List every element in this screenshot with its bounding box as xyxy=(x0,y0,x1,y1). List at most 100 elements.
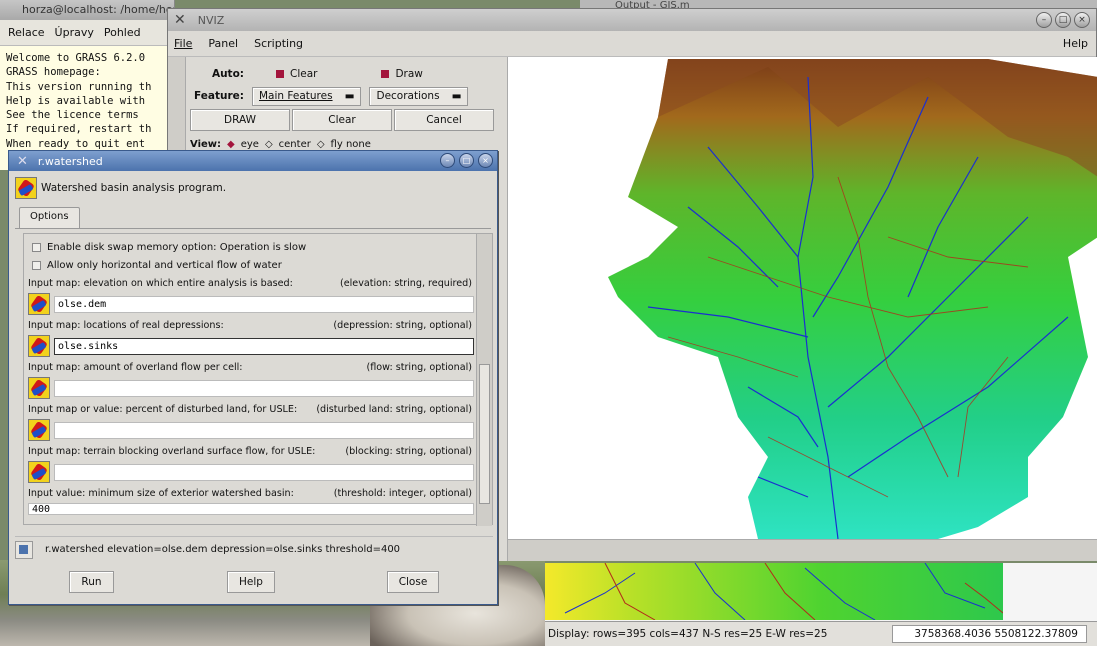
auto-draw-checkbox[interactable]: Draw xyxy=(381,68,423,80)
map-display xyxy=(545,563,1097,621)
display-status-bar: Display: rows=395 cols=437 N-S res=25 E-… xyxy=(545,621,1097,646)
threshold-label: Input value: minimum size of exterior wa… xyxy=(28,487,294,499)
elevation-meta: (elevation: string, required) xyxy=(339,277,472,289)
terminal-line: When ready to quit ent xyxy=(6,137,146,150)
swap-memory-option[interactable]: Enable disk swap memory option: Operatio… xyxy=(28,238,474,256)
decorations-label: Decorations xyxy=(376,90,440,102)
auto-clear-checkbox[interactable]: Clear xyxy=(276,68,317,80)
feature-menu-button[interactable]: Main Features ▬ xyxy=(252,86,362,106)
module-description: Watershed basin analysis program. xyxy=(41,182,227,194)
map-picker-icon[interactable] xyxy=(28,293,50,315)
terminal-line: Welcome to GRASS 6.2.0 xyxy=(6,52,146,64)
horizontal-flow-option[interactable]: Allow only horizontal and vertical flow … xyxy=(28,256,474,274)
nviz-menubar: File Panel Scripting Help xyxy=(168,31,1096,57)
map-streams xyxy=(564,563,1003,620)
blocking-meta: (blocking: string, optional) xyxy=(345,445,472,457)
map-picker-icon[interactable] xyxy=(28,461,50,483)
decorations-menu-button[interactable]: Decorations ▬ xyxy=(369,86,469,106)
nviz-horizontal-scrollbar[interactable] xyxy=(508,539,1097,561)
cancel-button[interactable]: Cancel xyxy=(394,109,494,131)
dropdown-bar-icon: ▬ xyxy=(344,90,355,102)
feature-menu-value: Main Features xyxy=(259,90,333,102)
terminal-window[interactable]: horza@localhost: /home/horza - Shell - K… xyxy=(0,0,175,170)
terminal-line: See the licence terms xyxy=(6,109,139,122)
terminal-line: GRASS homepage: xyxy=(6,66,101,79)
disturbed-land-input[interactable] xyxy=(54,421,474,439)
close-button[interactable]: × xyxy=(478,153,493,168)
auto-label: Auto: xyxy=(211,68,244,80)
r-watershed-dialog: ✕ r.watershed – □ × Watershed basin anal… xyxy=(8,150,498,605)
dialog-titlebar[interactable]: ✕ r.watershed – □ × xyxy=(9,151,497,171)
menu-scripting[interactable]: Scripting xyxy=(254,37,303,50)
options-scrollbar[interactable] xyxy=(476,234,492,526)
feature-label: Feature: xyxy=(194,90,244,102)
depression-meta: (depression: string, optional) xyxy=(333,319,472,331)
map-picker-icon[interactable] xyxy=(28,335,50,357)
run-button[interactable]: Run xyxy=(69,571,114,593)
disturbed-land-meta: (disturbed land: string, optional) xyxy=(316,403,472,415)
menu-relace[interactable]: Relace xyxy=(8,26,45,39)
blocking-input[interactable] xyxy=(54,463,474,481)
x-logo-icon: ✕ xyxy=(174,12,186,28)
radio-selected-icon[interactable]: ◆ xyxy=(227,139,235,150)
nviz-titlebar[interactable]: ✕ NVIZ – □ × xyxy=(168,9,1096,31)
close-button[interactable]: × xyxy=(1074,12,1090,28)
depression-input[interactable] xyxy=(54,337,474,355)
terminal-line: If required, restart th xyxy=(6,123,152,136)
x-logo-icon: ✕ xyxy=(17,153,28,169)
terrain-render xyxy=(608,59,1097,539)
depression-label: Input map: locations of real depressions… xyxy=(28,319,224,331)
map-picker-icon[interactable] xyxy=(28,377,50,399)
map-picker-icon[interactable] xyxy=(28,419,50,441)
coordinates-readout: 3758368.4036 5508122.37809 xyxy=(892,625,1087,643)
options-panel: Enable disk swap memory option: Operatio… xyxy=(23,233,493,526)
menu-pohled[interactable]: Pohled xyxy=(104,26,141,39)
command-text: r.watershed elevation=olse.dem depressio… xyxy=(45,544,401,555)
checkbox-icon[interactable] xyxy=(32,242,41,252)
view-fly[interactable]: fly none xyxy=(331,139,371,150)
nviz-3d-canvas[interactable] xyxy=(508,57,1097,539)
dropdown-bar-icon: ▬ xyxy=(451,90,462,102)
view-eye[interactable]: eye xyxy=(241,139,259,150)
terminal-line: Help is available with xyxy=(6,94,146,107)
auto-draw-label: Draw xyxy=(395,68,423,80)
check-mark-icon xyxy=(381,70,390,78)
view-center[interactable]: center xyxy=(279,139,311,150)
menu-help[interactable]: Help xyxy=(1063,37,1088,50)
threshold-input[interactable] xyxy=(28,503,474,515)
minimize-button[interactable]: – xyxy=(440,153,455,168)
minimize-button[interactable]: – xyxy=(1036,12,1052,28)
draw-button[interactable]: DRAW xyxy=(190,109,290,131)
menu-file[interactable]: File xyxy=(174,37,192,50)
copy-command-icon[interactable] xyxy=(15,540,33,559)
dialog-tabs: Options xyxy=(15,207,491,229)
menu-upravy[interactable]: Úpravy xyxy=(55,26,94,39)
view-label: View: xyxy=(190,138,222,150)
blocking-label: Input map: terrain blocking overland sur… xyxy=(28,445,316,457)
maximize-button[interactable]: □ xyxy=(459,153,474,168)
radio-icon[interactable]: ◇ xyxy=(265,139,273,150)
flow-meta: (flow: string, optional) xyxy=(366,361,472,373)
flow-input[interactable] xyxy=(54,379,474,397)
check-mark-icon xyxy=(276,70,284,78)
auto-clear-label: Clear xyxy=(290,68,318,80)
checkbox-icon[interactable] xyxy=(32,260,41,270)
menu-panel[interactable]: Panel xyxy=(208,37,238,50)
map-display-canvas[interactable] xyxy=(545,563,1003,620)
help-button[interactable]: Help xyxy=(227,571,275,593)
terminal-line: This version running th xyxy=(6,80,152,93)
radio-icon[interactable]: ◇ xyxy=(317,139,325,150)
clear-button[interactable]: Clear xyxy=(292,109,392,131)
maximize-button[interactable]: □ xyxy=(1055,12,1071,28)
scrollbar-thumb[interactable] xyxy=(479,364,490,504)
close-dialog-button[interactable]: Close xyxy=(387,571,439,593)
swap-memory-label: Enable disk swap memory option: Operatio… xyxy=(47,241,307,253)
grass-module-icon xyxy=(15,177,37,199)
elevation-input[interactable] xyxy=(54,295,474,313)
disturbed-land-label: Input map or value: percent of disturbed… xyxy=(28,403,298,415)
dialog-title: r.watershed xyxy=(37,154,103,168)
command-preview: r.watershed elevation=olse.dem depressio… xyxy=(15,536,493,562)
tab-options[interactable]: Options xyxy=(19,207,80,228)
flow-label: Input map: amount of overland flow per c… xyxy=(28,361,243,373)
terminal-title[interactable]: horza@localhost: /home/horza - Shell - K… xyxy=(0,0,174,20)
